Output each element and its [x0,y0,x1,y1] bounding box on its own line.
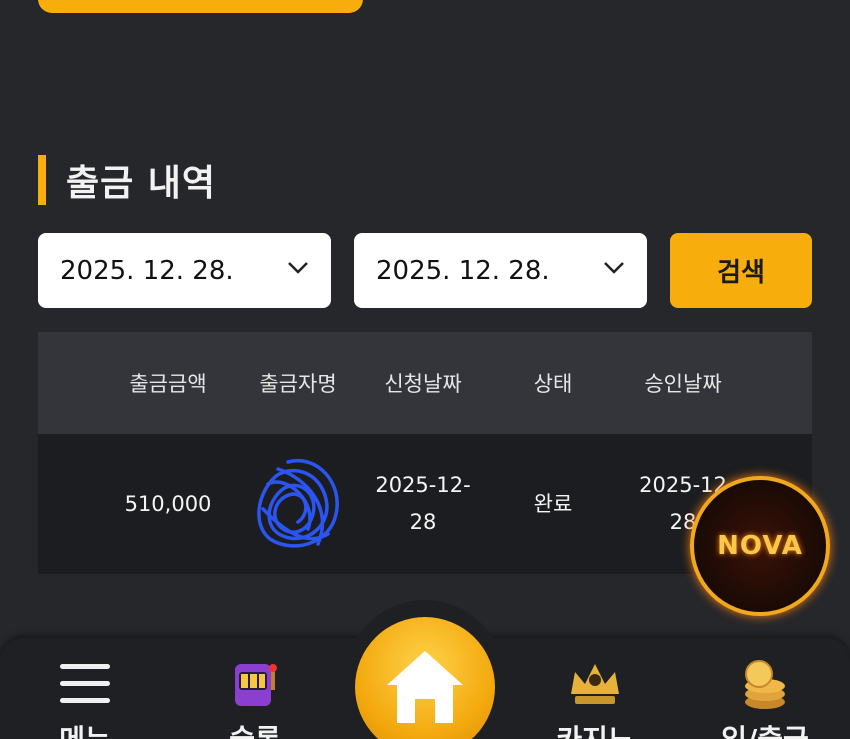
cell-request-date: 2025-12- 28 [375,473,471,534]
top-action-button[interactable] [38,0,363,13]
casino-crown-icon [571,664,619,704]
search-button[interactable]: 검색 [670,233,812,308]
chevron-down-icon [604,262,624,274]
page-title: 출금 내역 [66,163,217,204]
cell-amount: 510,000 [124,491,212,516]
nav-label-deposit-withdraw: 입/출금 [700,718,830,739]
column-header-approve-date: 승인날짜 [644,372,722,396]
column-header-name: 출금자명 [259,372,337,396]
home-icon [387,651,463,723]
nova-logo-text: NOVA [717,531,803,561]
gold-coins-icon [745,660,785,709]
cell-status: 완료 [533,491,573,516]
column-header-request-date: 신청날짜 [384,372,462,396]
section-heading: 출금 내역 [38,155,216,205]
slot-machine-icon [235,664,277,706]
column-header-amount: 출금금액 [129,372,207,396]
table-header-row: 출금금액 출금자명 신청날짜 상태 승인날짜 [38,332,812,434]
nav-label-menu: 메뉴 [20,718,150,739]
nav-label-casino: 카지노 [530,718,660,739]
chevron-down-icon [288,262,308,274]
to-date-value: 2025. 12. 28. [376,255,550,286]
nova-logo-badge[interactable]: NOVA [690,476,830,616]
nav-label-slot: 슬롯 [190,718,320,739]
heading-accent-bar [38,155,46,205]
from-date-value: 2025. 12. 28. [60,255,234,286]
from-date-select[interactable]: 2025. 12. 28. [38,233,331,308]
column-header-status: 상태 [533,372,573,396]
redacted-name-scribble [257,458,339,548]
to-date-select[interactable]: 2025. 12. 28. [354,233,647,308]
hamburger-menu-icon [60,664,110,703]
